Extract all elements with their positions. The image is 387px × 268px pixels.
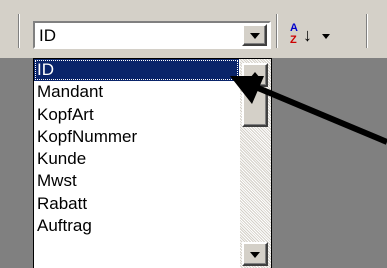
sort-dropdown-arrow-icon[interactable] — [322, 34, 330, 39]
combo-dropdown-button[interactable] — [242, 24, 267, 46]
list-item-kopfart[interactable]: KopfArt — [34, 104, 239, 126]
field-combo-box[interactable]: ID — [33, 21, 271, 49]
field-combo-value: ID — [39, 26, 56, 45]
list-item-rabatt[interactable]: Rabatt — [34, 193, 239, 215]
sort-ascending-button[interactable]: A Z ↓ — [284, 21, 356, 51]
toolbar-separator — [18, 14, 20, 48]
arrow-down-icon — [250, 252, 260, 258]
scroll-down-button[interactable] — [242, 242, 268, 266]
list-item-mwst[interactable]: Mwst — [34, 170, 239, 192]
list-item-id[interactable]: ID — [34, 59, 239, 82]
toolbar-separator — [276, 14, 278, 48]
dropdown-items: ID Mandant KopfArt KopfNummer Kunde Mwst… — [34, 59, 239, 237]
toolbar-separator — [366, 14, 368, 48]
list-item-kopfnummer[interactable]: KopfNummer — [34, 126, 239, 148]
list-item-auftrag[interactable]: Auftrag — [34, 215, 239, 237]
sort-ascending-icon: A Z ↓ — [290, 22, 312, 46]
chevron-down-icon — [250, 33, 260, 39]
list-item-mandant[interactable]: Mandant — [34, 81, 239, 103]
toolbar: ID A Z ↓ — [0, 0, 387, 58]
list-item-kunde[interactable]: Kunde — [34, 148, 239, 170]
pointer-arrow-icon — [230, 76, 387, 145]
